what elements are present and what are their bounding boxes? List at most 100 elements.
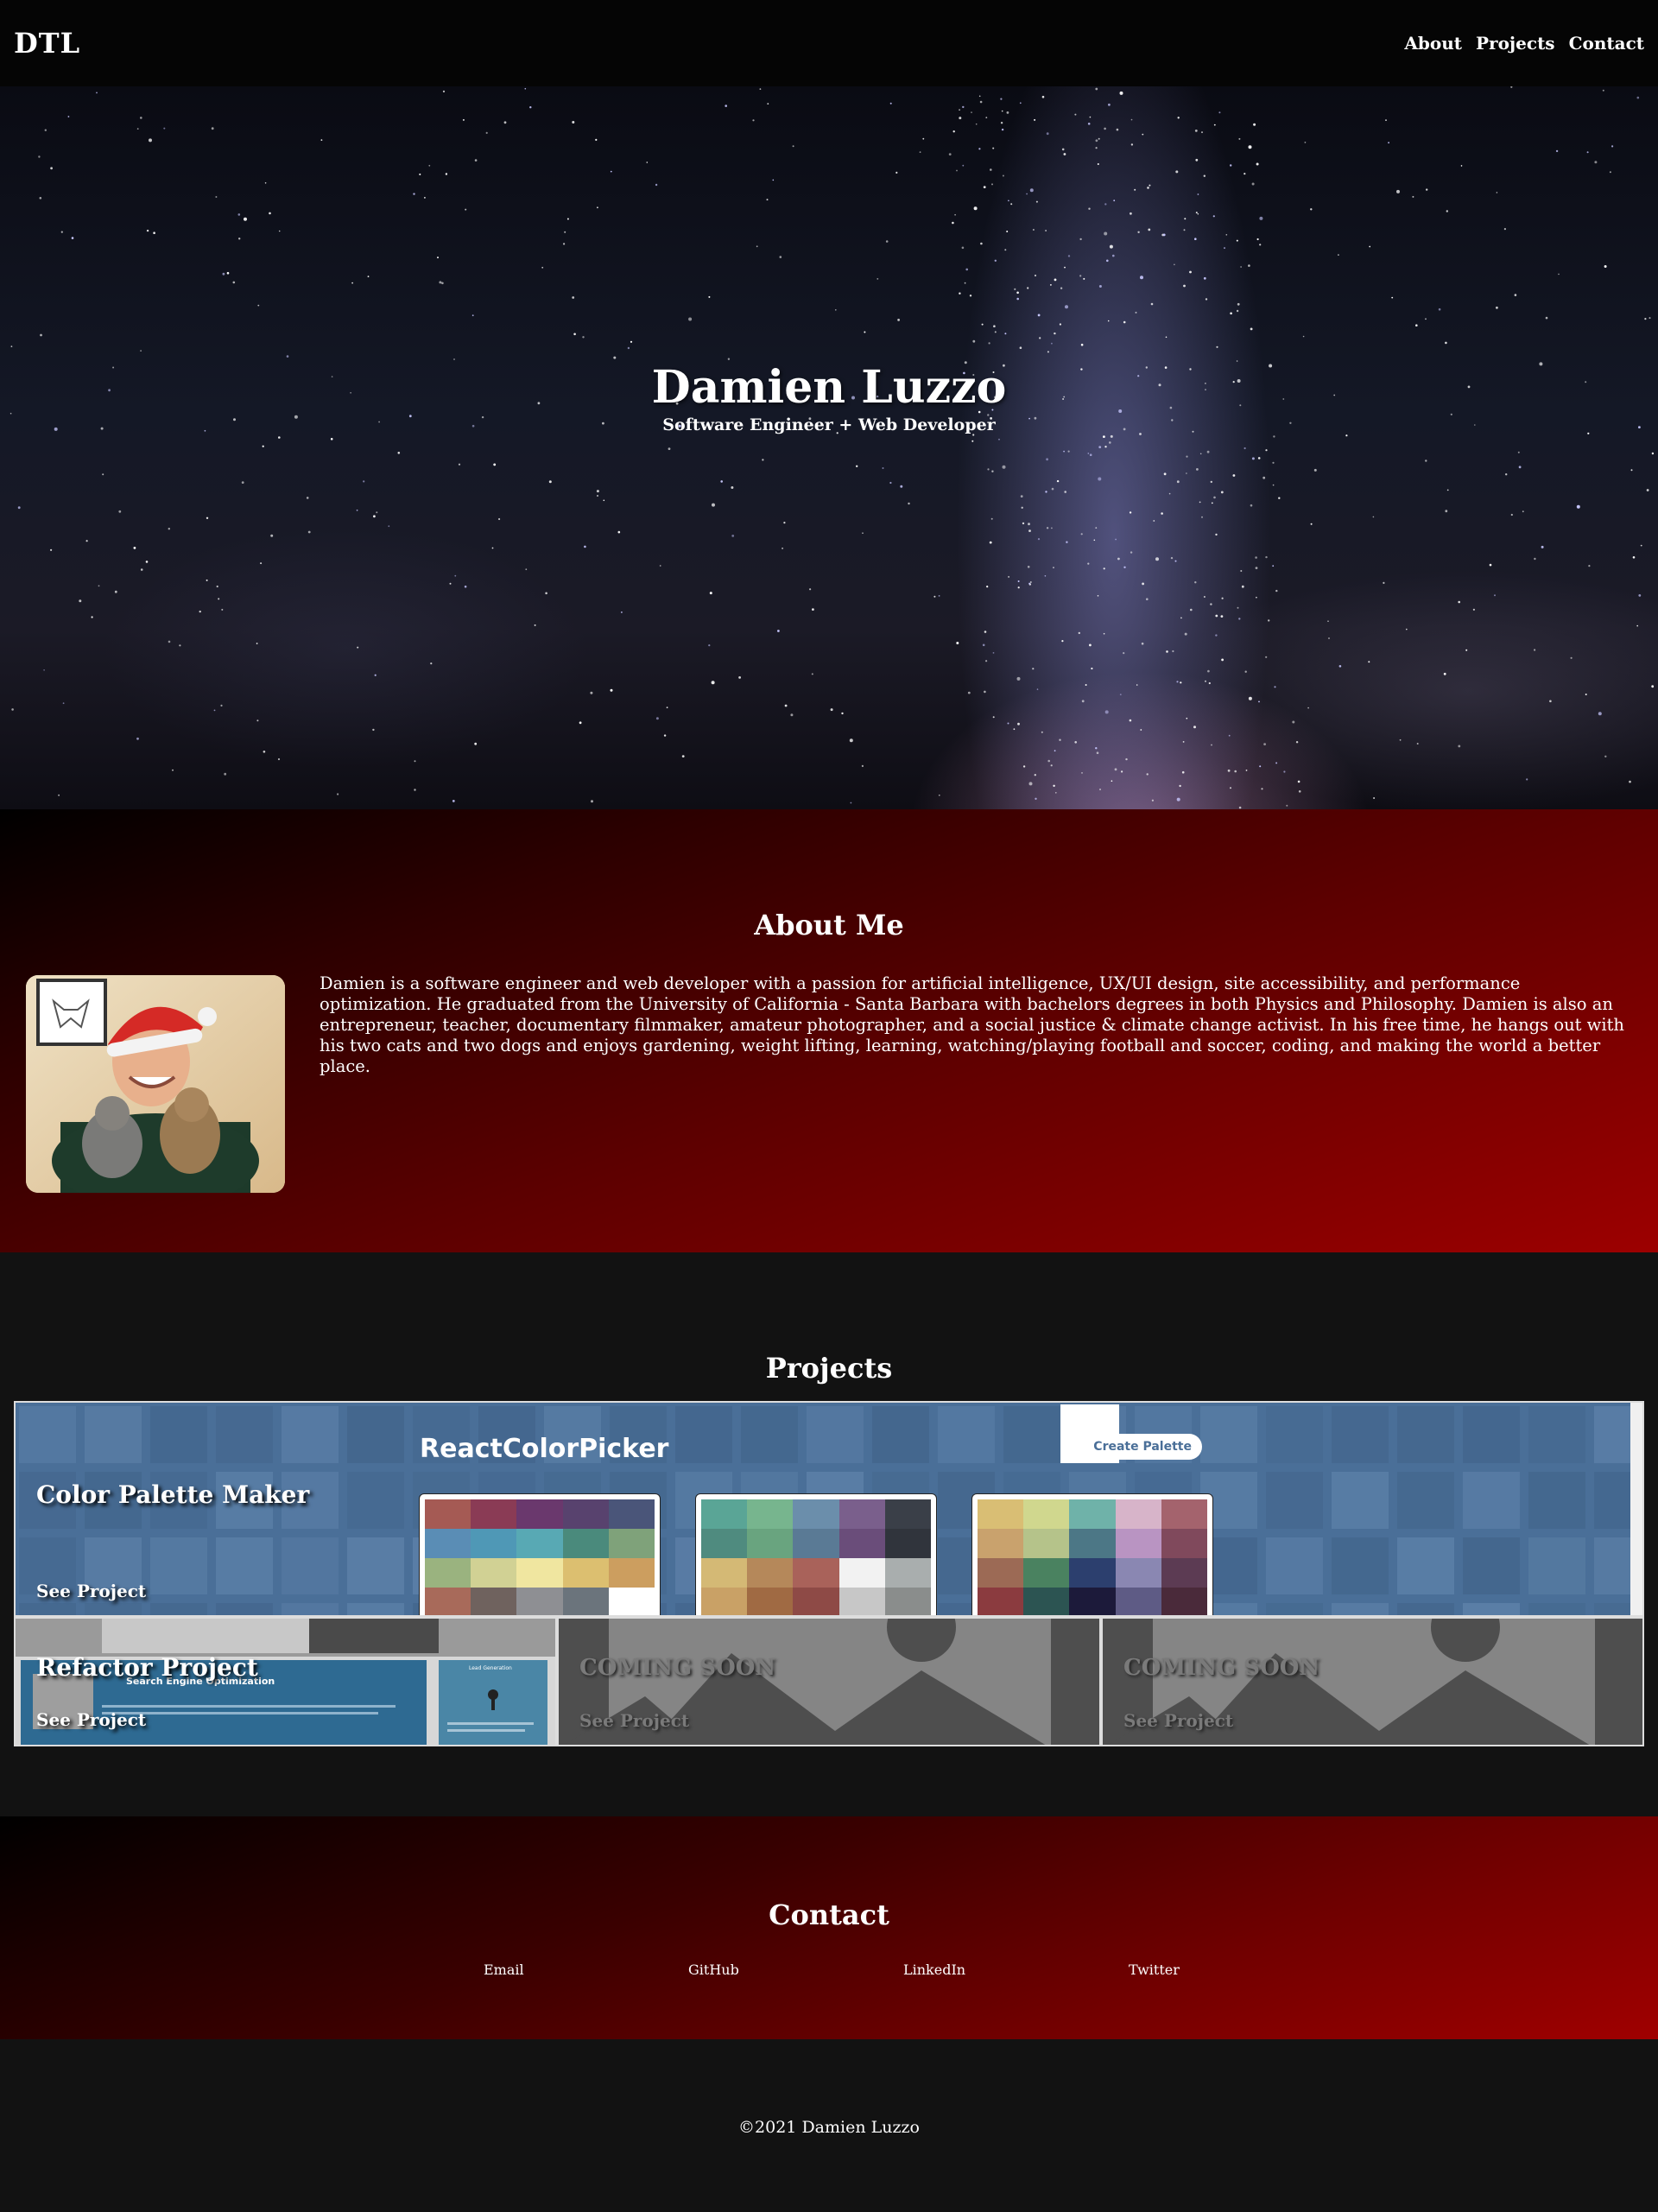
star	[1098, 477, 1102, 481]
star	[215, 196, 218, 198]
see-project-link[interactable]: See Project	[36, 1709, 146, 1730]
star	[962, 164, 965, 167]
star	[1149, 184, 1151, 187]
palette-swatch	[608, 1588, 655, 1615]
contact-link-email[interactable]: Email	[484, 1962, 524, 1978]
star	[11, 708, 14, 711]
project-card-refactor[interactable]: Search Engine Optimization Lead Generati…	[14, 1617, 557, 1746]
star	[1307, 707, 1309, 709]
star	[1174, 263, 1175, 266]
palette-swatch	[838, 1499, 885, 1529]
star	[1391, 296, 1394, 299]
star	[1338, 254, 1339, 256]
star	[414, 789, 416, 791]
star	[1119, 91, 1123, 95]
star	[897, 319, 900, 321]
star	[1104, 710, 1109, 714]
star	[424, 197, 426, 199]
palette-swatch	[471, 1529, 517, 1558]
star	[777, 630, 780, 632]
background-tile	[1397, 1472, 1454, 1529]
star	[102, 473, 104, 476]
nav-link-projects[interactable]: Projects	[1476, 33, 1555, 54]
star	[1017, 580, 1020, 582]
star	[952, 130, 955, 133]
project-card-coming-soon[interactable]: COMING SOON See Project	[1101, 1617, 1644, 1746]
palette-swatch	[793, 1529, 839, 1558]
projects-section: Projects ReactColorPicker Create Palette…	[0, 1252, 1658, 1816]
star	[1255, 567, 1258, 569]
star	[114, 590, 117, 593]
see-project-link[interactable]: See Project	[36, 1581, 146, 1601]
star	[1061, 148, 1065, 151]
nav-link-contact[interactable]: Contact	[1569, 33, 1644, 54]
background-tile	[19, 1406, 76, 1463]
star	[307, 530, 311, 534]
star	[959, 117, 962, 120]
star	[738, 676, 741, 679]
star	[1142, 133, 1144, 136]
star	[1238, 137, 1241, 140]
star	[1251, 182, 1255, 186]
star	[1503, 228, 1506, 231]
star	[85, 540, 88, 542]
star	[954, 213, 956, 216]
contact-link-linkedin[interactable]: LinkedIn	[903, 1962, 965, 1978]
star	[1079, 238, 1082, 241]
star	[232, 281, 236, 284]
star	[388, 525, 390, 528]
star	[975, 123, 978, 125]
star	[1066, 541, 1068, 543]
star	[1272, 565, 1275, 567]
contact-link-github[interactable]: GitHub	[688, 1962, 739, 1978]
star	[1155, 557, 1159, 561]
star	[140, 350, 142, 352]
star	[1046, 527, 1049, 529]
star	[1213, 496, 1216, 499]
star	[1594, 161, 1598, 164]
preview-create-palette-button: Create Palette	[1060, 1434, 1202, 1460]
star	[659, 565, 661, 567]
palette-swatch	[838, 1558, 885, 1588]
star	[1445, 341, 1447, 345]
star	[548, 480, 552, 484]
star	[1016, 676, 1021, 681]
project-title: Color Palette Maker	[36, 1480, 310, 1509]
see-project-link[interactable]: See Project	[579, 1710, 689, 1731]
star	[1147, 187, 1149, 189]
background-tile	[1200, 1406, 1257, 1463]
star	[992, 147, 995, 149]
star	[453, 358, 455, 360]
star	[1489, 563, 1492, 567]
background-tile	[1528, 1603, 1585, 1615]
star	[959, 109, 960, 111]
star	[1111, 780, 1113, 782]
brand-logo[interactable]: DTL	[14, 27, 80, 60]
star	[885, 240, 889, 243]
star	[790, 713, 794, 717]
star	[1184, 218, 1187, 220]
star	[1426, 188, 1428, 191]
star	[1228, 734, 1231, 737]
contact-link-twitter[interactable]: Twitter	[1129, 1962, 1180, 1978]
star	[1081, 700, 1085, 703]
star	[1087, 123, 1091, 125]
see-project-link[interactable]: See Project	[1123, 1710, 1233, 1731]
star	[1017, 722, 1020, 726]
project-title: Refactor Project	[36, 1653, 258, 1682]
star	[1089, 453, 1092, 456]
nav-link-about[interactable]: About	[1404, 33, 1462, 54]
star	[10, 345, 13, 347]
star	[989, 541, 992, 544]
star	[145, 561, 149, 563]
star	[1190, 608, 1193, 612]
star	[712, 503, 715, 507]
star	[1103, 567, 1105, 570]
project-card-coming-soon[interactable]: COMING SOON See Project	[557, 1617, 1101, 1746]
palette-swatch	[1115, 1588, 1161, 1615]
star	[1265, 656, 1268, 658]
star	[1345, 434, 1348, 437]
project-card-color-palette[interactable]: ReactColorPicker Create Palette Color Pa…	[14, 1401, 1644, 1617]
star	[1108, 103, 1111, 106]
star	[1636, 624, 1638, 627]
